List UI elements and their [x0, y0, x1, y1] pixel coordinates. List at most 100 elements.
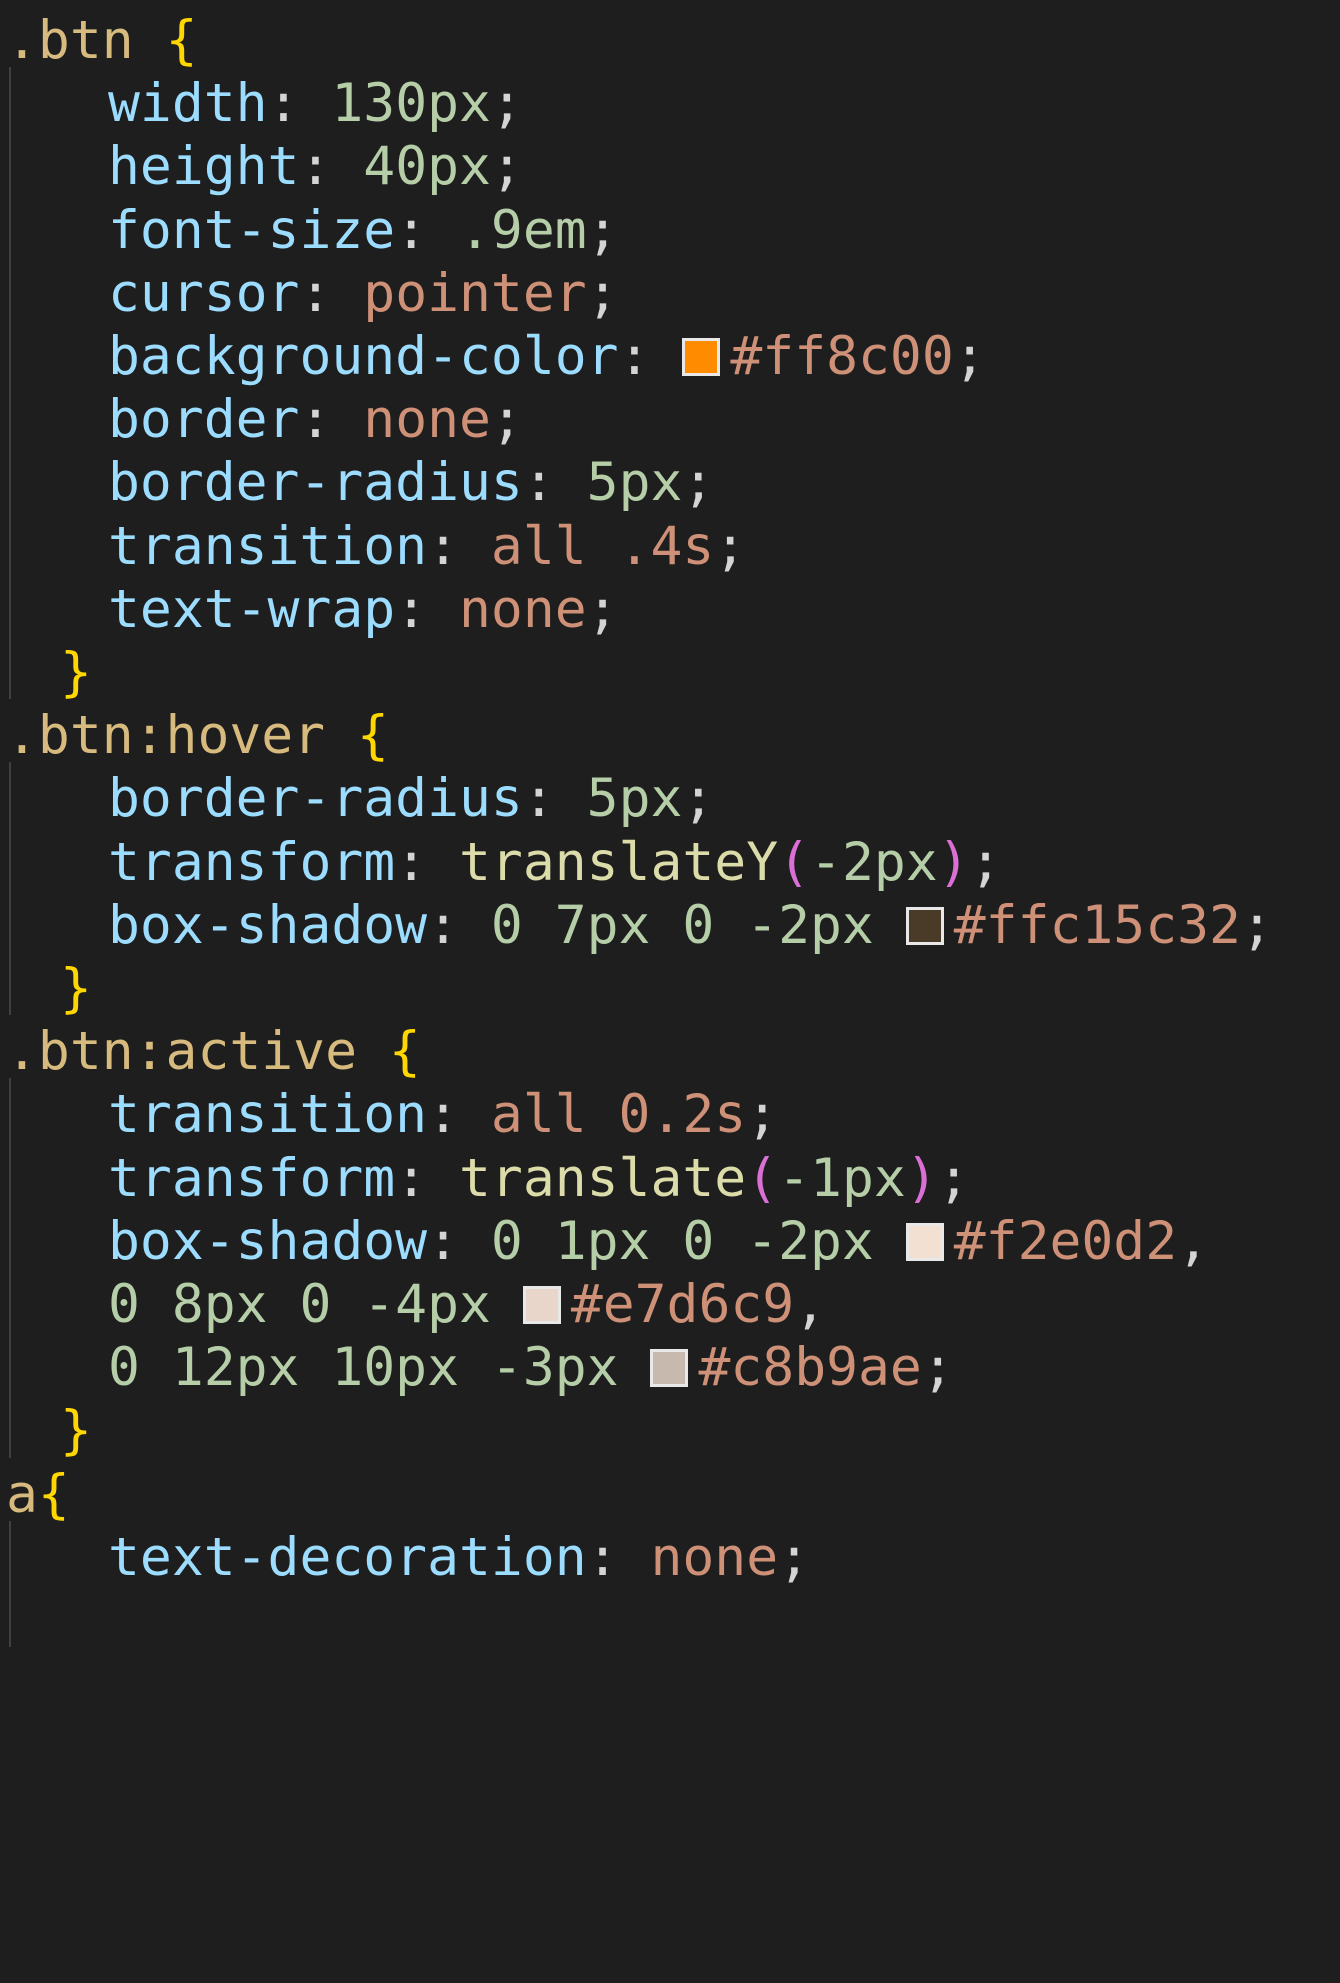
css-selector: .btn:active — [6, 1021, 357, 1083]
css-value: 0 7px 0 -2px — [490, 894, 874, 956]
open-brace: { — [357, 705, 389, 767]
colon: : — [427, 1084, 491, 1146]
semicolon: ; — [682, 768, 715, 830]
css-value: 40px — [363, 136, 491, 198]
css-value: pointer — [363, 262, 587, 324]
close-brace: } — [60, 958, 92, 1019]
semicolon: ; — [586, 578, 619, 640]
css-value: -2px — [810, 831, 938, 893]
close-brace: } — [60, 642, 92, 703]
semicolon: ; — [778, 1526, 811, 1588]
css-value: .9em — [459, 199, 587, 261]
css-value: 0 1px 0 -2px — [490, 1210, 874, 1272]
css-property: transition — [108, 1084, 428, 1146]
open-brace: { — [37, 1463, 70, 1525]
semicolon: ; — [1240, 894, 1273, 956]
open-brace: { — [165, 10, 198, 71]
color-hex: #f2e0d2 — [953, 1210, 1178, 1272]
colon: : — [427, 1210, 491, 1272]
semicolon: ; — [714, 515, 747, 577]
color-swatch[interactable] — [905, 1222, 944, 1261]
css-property: text-wrap — [108, 578, 396, 640]
css-property: transform — [108, 1147, 396, 1209]
colon: : — [395, 199, 460, 261]
separator: , — [794, 1274, 827, 1335]
css-selector: .btn — [6, 10, 134, 71]
css-property: box-shadow — [108, 894, 428, 956]
css-value: none — [650, 1526, 779, 1588]
colon: : — [299, 136, 364, 198]
semicolon: ; — [490, 73, 523, 135]
paren: ( — [746, 1147, 779, 1209]
css-value: 5px — [586, 452, 683, 514]
css-function: translateY — [459, 831, 779, 893]
color-hex: #e7d6c9 — [570, 1274, 795, 1335]
css-property: border-radius — [108, 768, 523, 830]
semicolon: ; — [746, 1084, 779, 1146]
colon: : — [427, 515, 491, 577]
css-value: 0 8px 0 -4px — [108, 1274, 491, 1335]
colon: : — [299, 389, 364, 451]
semicolon: ; — [586, 199, 619, 261]
indent-guide — [9, 67, 11, 700]
css-value: all 0.2s — [490, 1084, 747, 1146]
paren: ) — [937, 831, 970, 893]
colon: : — [395, 578, 460, 640]
css-property: cursor — [108, 262, 300, 324]
css-selector: .btn:hover — [6, 705, 326, 767]
css-function: translate — [459, 1147, 747, 1209]
color-swatch[interactable] — [682, 338, 721, 376]
colon: : — [586, 1526, 651, 1588]
color-swatch[interactable] — [650, 1349, 689, 1388]
open-brace: { — [388, 1021, 421, 1083]
colon: : — [395, 1147, 460, 1209]
css-value: 0 12px 10px -3px — [108, 1337, 619, 1399]
colon: : — [299, 262, 364, 324]
indent-guide — [9, 1078, 11, 1458]
css-property: box-shadow — [108, 1210, 428, 1272]
semicolon: ; — [953, 326, 986, 387]
css-property: text-decoration — [108, 1526, 587, 1588]
css-property: width — [108, 73, 268, 135]
css-value: none — [363, 389, 491, 451]
colon: : — [522, 452, 587, 514]
indent-guide — [9, 1520, 11, 1648]
indent-guide — [9, 762, 11, 1016]
css-value: all .4s — [490, 515, 715, 577]
css-property: background-color — [108, 326, 619, 387]
css-property: transition — [108, 515, 428, 577]
semicolon: ; — [969, 831, 1002, 893]
color-swatch[interactable] — [522, 1286, 561, 1324]
css-property: transform — [108, 831, 396, 893]
paren: ) — [905, 1147, 938, 1209]
color-hex: #c8b9ae — [698, 1337, 922, 1399]
color-hex: #ffc15c32 — [953, 894, 1241, 956]
semicolon: ; — [490, 389, 523, 451]
semicolon: ; — [937, 1147, 970, 1209]
css-value: none — [459, 578, 587, 640]
semicolon: ; — [586, 262, 619, 324]
color-swatch[interactable] — [905, 906, 944, 945]
close-brace: } — [60, 1400, 92, 1462]
separator: , — [1177, 1210, 1210, 1272]
css-selector: a — [6, 1463, 38, 1525]
css-property: height — [108, 136, 300, 198]
css-value: 130px — [331, 73, 491, 135]
semicolon: ; — [490, 136, 523, 198]
code-editor[interactable]: .btn {width: 130px; height: 40px; font-siz… — [0, 0, 1340, 1983]
colon: : — [267, 73, 332, 135]
paren: ( — [778, 831, 811, 893]
css-value: -1px — [778, 1147, 906, 1209]
semicolon: ; — [682, 452, 715, 514]
colon: : — [618, 326, 683, 387]
css-value: 5px — [586, 768, 683, 830]
color-hex: #ff8c00 — [730, 326, 954, 387]
semicolon: ; — [921, 1337, 954, 1399]
